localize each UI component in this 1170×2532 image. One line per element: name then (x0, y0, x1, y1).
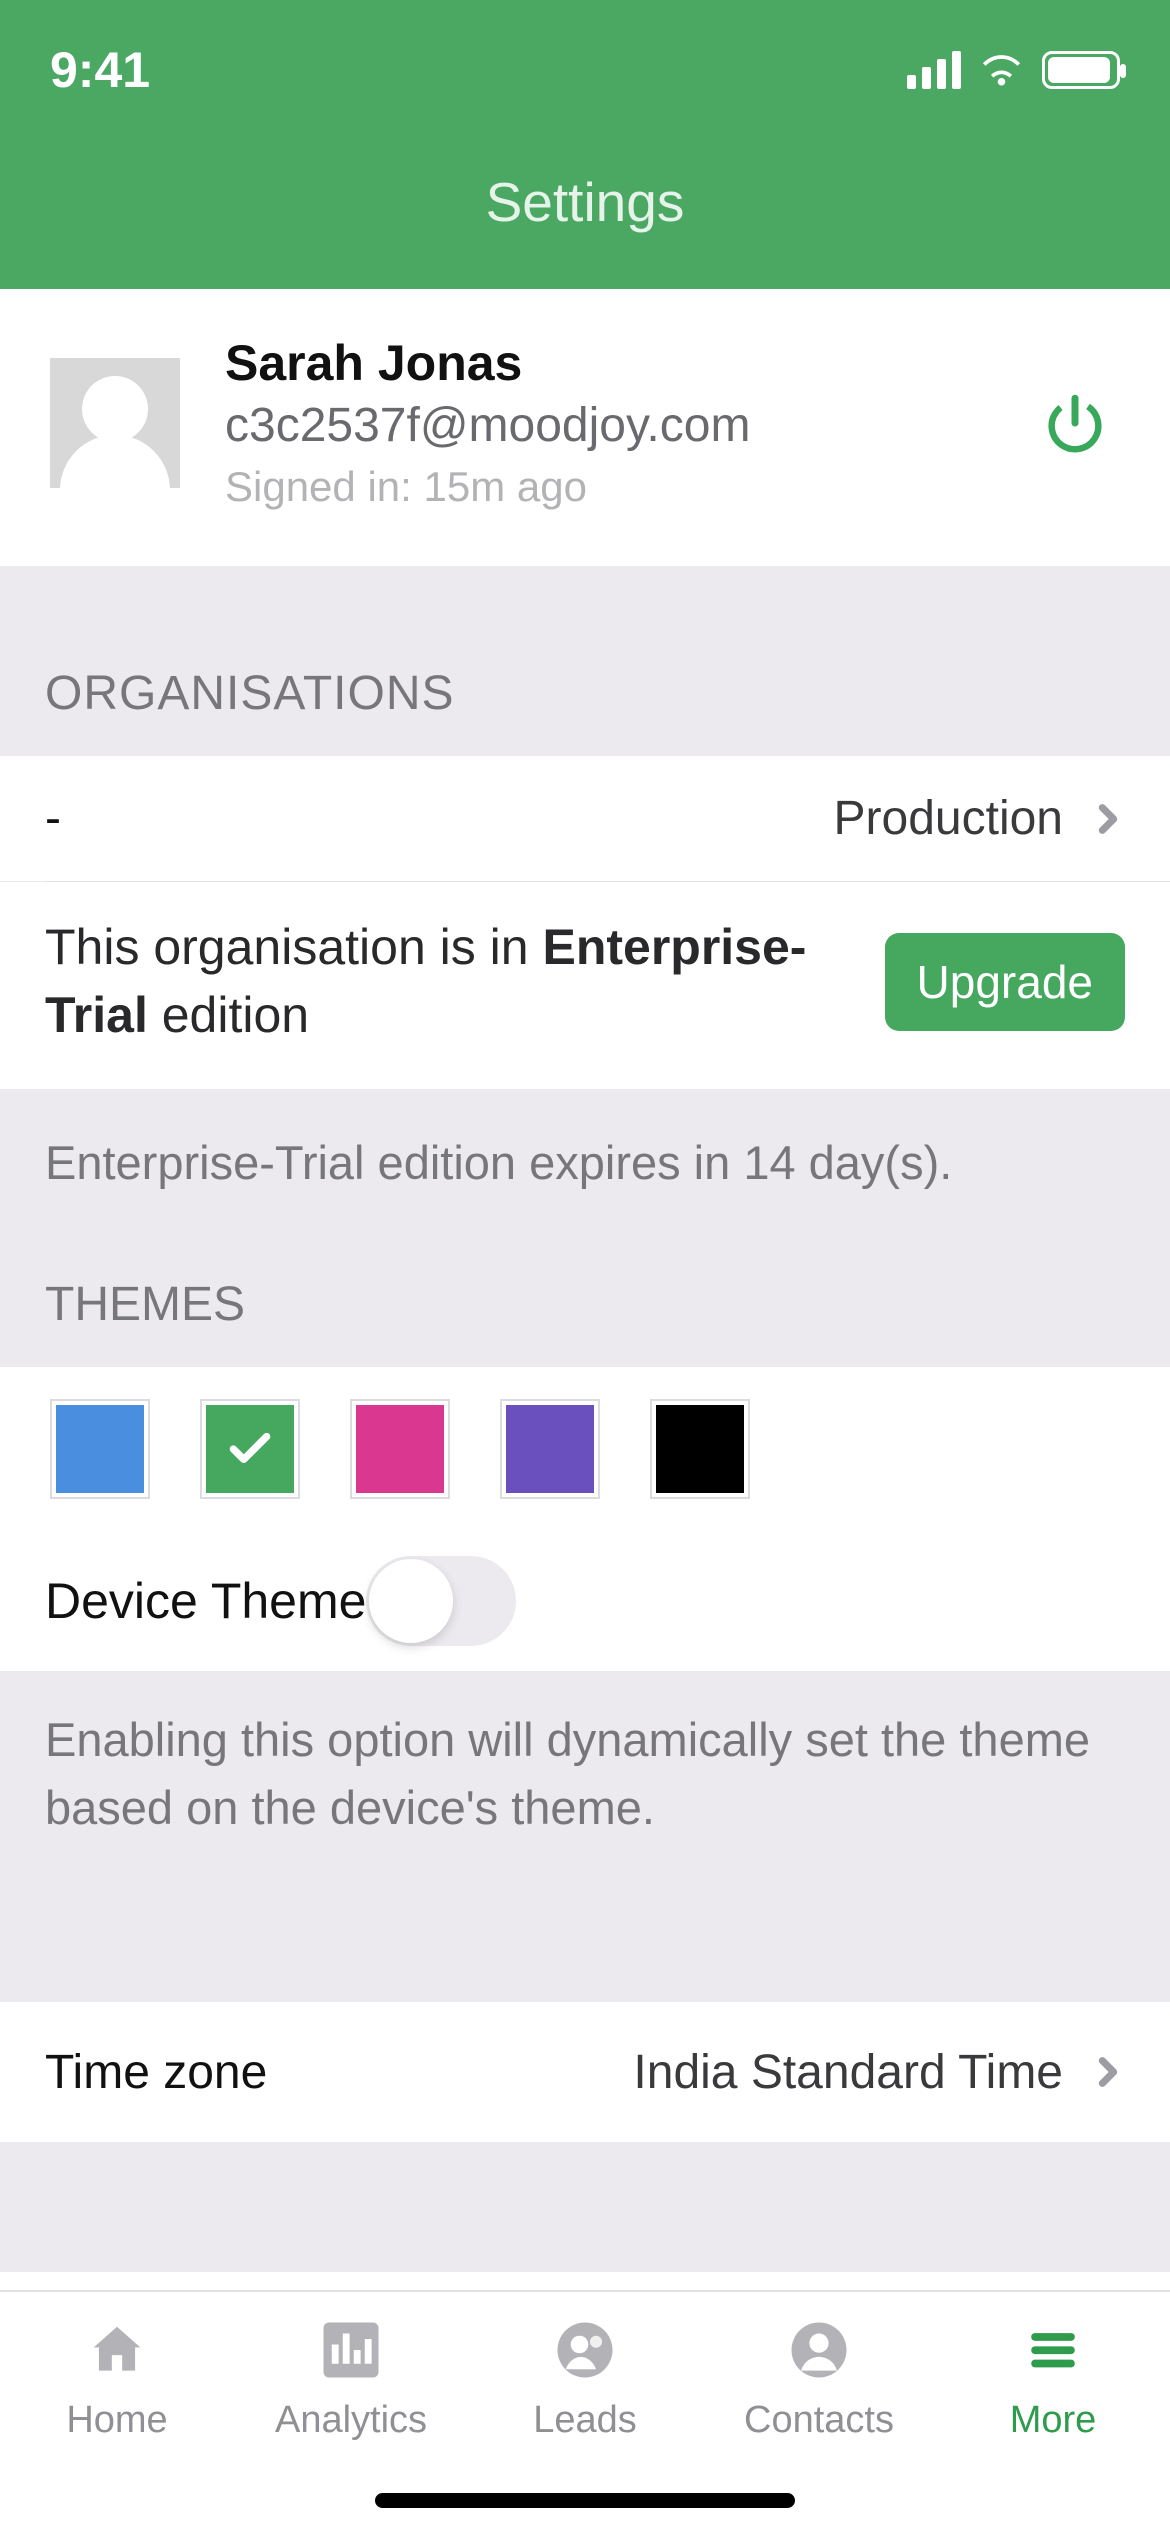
tab-label: Home (66, 2399, 167, 2442)
tab-label: More (1010, 2399, 1097, 2442)
tab-label: Contacts (744, 2399, 894, 2442)
status-time: 9:41 (50, 41, 150, 99)
tab-bar: Home Analytics Leads Contacts More (0, 2290, 1170, 2532)
edition-expiry-text: Enterprise-Trial edition expires in 14 d… (0, 1089, 1170, 1207)
theme-swatch[interactable] (650, 1399, 750, 1499)
theme-swatch[interactable] (50, 1399, 150, 1499)
status-bar: 9:41 (0, 0, 1170, 120)
profile-info: Sarah Jonas c3c2537f@moodjoy.com Signed … (225, 334, 1030, 511)
theme-swatch[interactable] (200, 1399, 300, 1499)
battery-icon (1042, 51, 1120, 89)
check-icon (225, 1424, 275, 1474)
profile-email: c3c2537f@moodjoy.com (225, 398, 1030, 453)
upgrade-button[interactable]: Upgrade (885, 933, 1125, 1031)
page-title: Settings (0, 120, 1170, 289)
device-theme-hint: Enabling this option will dynamically se… (0, 1671, 1170, 1892)
more-icon (1016, 2312, 1091, 2387)
profile-name: Sarah Jonas (225, 334, 1030, 392)
edition-row: This organisation is in Enterprise-Trial… (0, 882, 1170, 1089)
tab-label: Analytics (275, 2399, 427, 2442)
tab-contacts[interactable]: Contacts (719, 2312, 919, 2442)
edition-text: This organisation is in Enterprise-Trial… (45, 914, 885, 1049)
device-theme-row: Device Theme (0, 1531, 1170, 1671)
profile-signed-in: Signed in: 15m ago (225, 463, 1030, 511)
organisation-row[interactable]: - Production (0, 756, 1170, 881)
tab-leads[interactable]: Leads (485, 2312, 685, 2442)
timezone-value: India Standard Time (633, 2045, 1063, 2100)
tab-label: Leads (533, 2399, 637, 2442)
analytics-icon (314, 2312, 389, 2387)
organisation-name: - (45, 791, 61, 846)
timezone-row[interactable]: Time zone India Standard Time (0, 2002, 1170, 2142)
status-icons (907, 48, 1120, 93)
theme-swatch[interactable] (500, 1399, 600, 1499)
profile-row[interactable]: Sarah Jonas c3c2537f@moodjoy.com Signed … (0, 289, 1170, 566)
timezone-label: Time zone (45, 2045, 267, 2100)
chevron-right-icon (1091, 802, 1125, 836)
home-icon (80, 2312, 155, 2387)
organisations-header: ORGANISATIONS (0, 566, 1170, 756)
contacts-icon (782, 2312, 857, 2387)
organisation-env: Production (834, 791, 1063, 846)
theme-swatch[interactable] (350, 1399, 450, 1499)
app-header: 9:41 Settings (0, 0, 1170, 289)
tab-home[interactable]: Home (17, 2312, 217, 2442)
leads-icon (548, 2312, 623, 2387)
home-indicator (375, 2493, 795, 2508)
tab-analytics[interactable]: Analytics (251, 2312, 451, 2442)
device-theme-toggle[interactable] (366, 1556, 516, 1646)
avatar-icon (50, 358, 180, 488)
tab-more[interactable]: More (953, 2312, 1153, 2442)
wifi-icon (979, 48, 1024, 93)
device-theme-label: Device Theme (45, 1572, 366, 1630)
power-icon[interactable] (1030, 388, 1120, 458)
cellular-icon (907, 51, 961, 89)
themes-header: THEMES (0, 1207, 1170, 1367)
theme-swatch-row (0, 1367, 1170, 1531)
chevron-right-icon (1091, 2055, 1125, 2089)
